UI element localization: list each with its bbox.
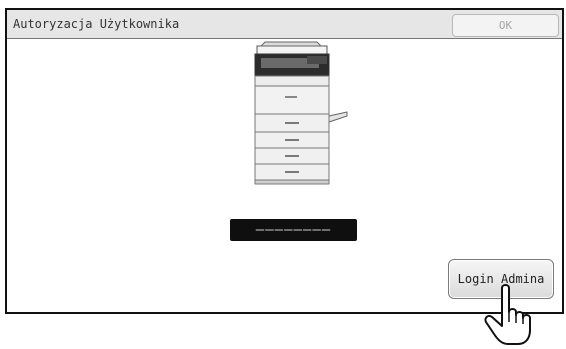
multifunction-printer-icon	[254, 41, 348, 185]
title-bar: Autoryzacja Użytkownika OK	[7, 10, 562, 39]
dialog-title: Autoryzacja Użytkownika	[13, 17, 180, 31]
pointing-hand-icon	[484, 284, 531, 345]
ok-button[interactable]: OK	[452, 14, 559, 37]
password-field[interactable]: ––––––––	[230, 219, 357, 241]
